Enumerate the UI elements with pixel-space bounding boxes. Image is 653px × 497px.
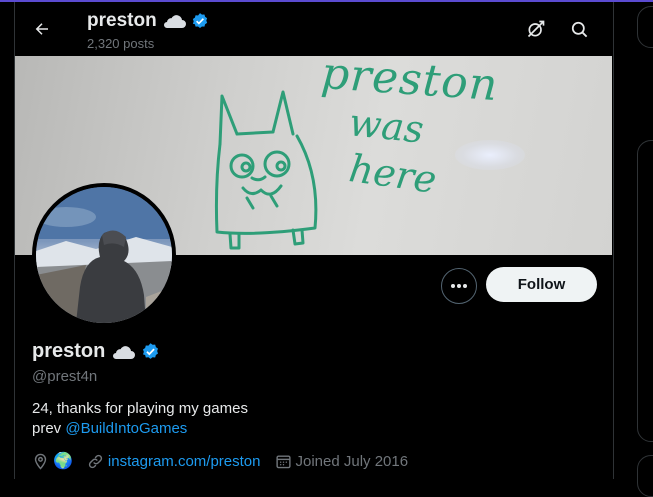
banner-text-line-2: was xyxy=(346,100,426,152)
verified-badge-icon xyxy=(192,13,207,28)
more-options-button[interactable] xyxy=(441,268,477,304)
globe-emoji-icon: 🌍 xyxy=(53,453,73,470)
profile-name-text: preston xyxy=(32,340,106,362)
back-button[interactable] xyxy=(27,14,57,44)
post-count: 2,320 posts xyxy=(87,36,155,51)
sidebar-card-edge xyxy=(637,455,653,497)
profile-header: preston 2,320 posts xyxy=(15,2,612,56)
header-name-text: preston xyxy=(87,10,157,31)
location-item: 🌍 xyxy=(32,451,73,471)
joined-date: Joined July 2016 xyxy=(295,452,409,470)
avatar-photo xyxy=(36,187,172,323)
grok-button[interactable] xyxy=(523,16,549,42)
sidebar-card-edge xyxy=(637,6,653,48)
grok-icon xyxy=(527,20,545,38)
link-icon xyxy=(88,454,103,468)
search-button[interactable] xyxy=(566,16,592,42)
bio-line-1: 24, thanks for playing my games xyxy=(32,400,248,417)
more-horizontal-icon xyxy=(451,284,467,288)
profile-bio: 24, thanks for playing my games prev @Bu… xyxy=(32,399,248,439)
verified-badge-icon[interactable] xyxy=(141,342,160,361)
profile-name: preston xyxy=(32,340,160,363)
profile-meta: 🌍 instagram.com/preston Joined July 2016 xyxy=(32,451,422,471)
cloud-emoji-icon xyxy=(163,15,186,28)
sidebar-card-edge xyxy=(637,140,653,442)
bio-line-2: prev @BuildIntoGames xyxy=(32,419,248,439)
follow-button[interactable]: Follow xyxy=(486,267,597,302)
header-name: preston xyxy=(87,10,209,32)
bio-mention-link[interactable]: @BuildIntoGames xyxy=(65,420,187,437)
calendar-icon xyxy=(275,454,291,468)
arrow-left-icon xyxy=(35,23,48,35)
joined-item: Joined July 2016 xyxy=(275,452,409,470)
location-pin-icon xyxy=(34,453,47,470)
bio-prev-text: prev xyxy=(32,420,62,437)
website-item[interactable]: instagram.com/preston xyxy=(87,453,261,470)
avatar[interactable] xyxy=(32,183,176,327)
profile-handle: @prest4n xyxy=(32,368,98,385)
search-icon xyxy=(571,21,587,37)
website-link[interactable]: instagram.com/preston xyxy=(108,453,261,470)
cloud-emoji-icon xyxy=(113,345,136,359)
